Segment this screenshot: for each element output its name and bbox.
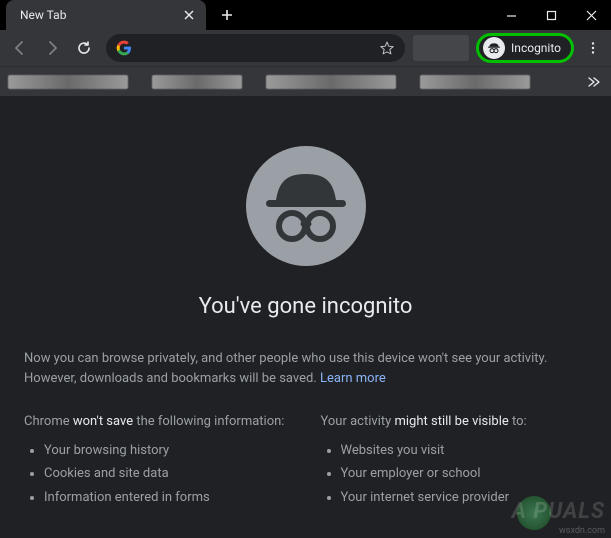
window-controls bbox=[491, 0, 611, 30]
close-tab-icon[interactable] bbox=[182, 8, 196, 22]
incognito-hero-icon bbox=[246, 146, 366, 266]
tab-title: New Tab bbox=[20, 8, 170, 22]
new-tab-button[interactable] bbox=[214, 2, 240, 28]
incognito-page: You've gone incognito Now you can browse… bbox=[0, 96, 611, 509]
bookmark-item[interactable] bbox=[420, 75, 530, 89]
description-text: Now you can browse privately, and other … bbox=[24, 351, 547, 386]
bookmark-item[interactable] bbox=[8, 75, 128, 89]
window-titlebar: New Tab bbox=[0, 0, 611, 30]
bookmarks-overflow-icon[interactable] bbox=[585, 73, 603, 91]
incognito-description: Now you can browse privately, and other … bbox=[24, 349, 587, 388]
column-visible-to: Your activity might still be visible to:… bbox=[321, 414, 588, 509]
close-window-button[interactable] bbox=[571, 0, 611, 30]
list-item: Cookies and site data bbox=[44, 462, 291, 485]
bookmark-star-icon[interactable] bbox=[379, 40, 395, 56]
column-title: Your activity might still be visible to: bbox=[321, 414, 588, 429]
back-button[interactable] bbox=[6, 34, 34, 62]
column-wont-save: Chrome won't save the following informat… bbox=[24, 414, 291, 509]
extension-area[interactable] bbox=[413, 35, 469, 61]
address-bar[interactable] bbox=[106, 34, 405, 62]
reload-button[interactable] bbox=[70, 34, 98, 62]
watermark-text: A PUALS bbox=[512, 499, 605, 524]
list-item: Information entered in forms bbox=[44, 486, 291, 509]
browser-menu-button[interactable] bbox=[581, 34, 605, 62]
incognito-indicator[interactable]: Incognito bbox=[477, 34, 573, 62]
list-item: Your employer or school bbox=[341, 462, 588, 485]
browser-tab[interactable]: New Tab bbox=[6, 0, 206, 30]
wont-save-list: Your browsing history Cookies and site d… bbox=[24, 439, 291, 509]
bookmarks-bar bbox=[0, 66, 611, 96]
forward-button[interactable] bbox=[38, 34, 66, 62]
bookmark-item[interactable] bbox=[266, 75, 396, 89]
list-item: Your browsing history bbox=[44, 439, 291, 462]
address-input[interactable] bbox=[140, 41, 371, 56]
column-title: Chrome won't save the following informat… bbox=[24, 414, 291, 429]
list-item: Websites you visit bbox=[341, 439, 588, 462]
incognito-icon bbox=[483, 37, 505, 59]
attribution-text: wsxdn.com bbox=[559, 526, 605, 536]
learn-more-link[interactable]: Learn more bbox=[320, 371, 386, 386]
page-title: You've gone incognito bbox=[24, 294, 587, 319]
browser-toolbar: Incognito bbox=[0, 30, 611, 66]
incognito-label: Incognito bbox=[511, 41, 561, 55]
maximize-button[interactable] bbox=[531, 0, 571, 30]
minimize-button[interactable] bbox=[491, 0, 531, 30]
bookmark-item[interactable] bbox=[152, 75, 242, 89]
google-icon bbox=[116, 40, 132, 56]
info-columns: Chrome won't save the following informat… bbox=[24, 414, 587, 509]
